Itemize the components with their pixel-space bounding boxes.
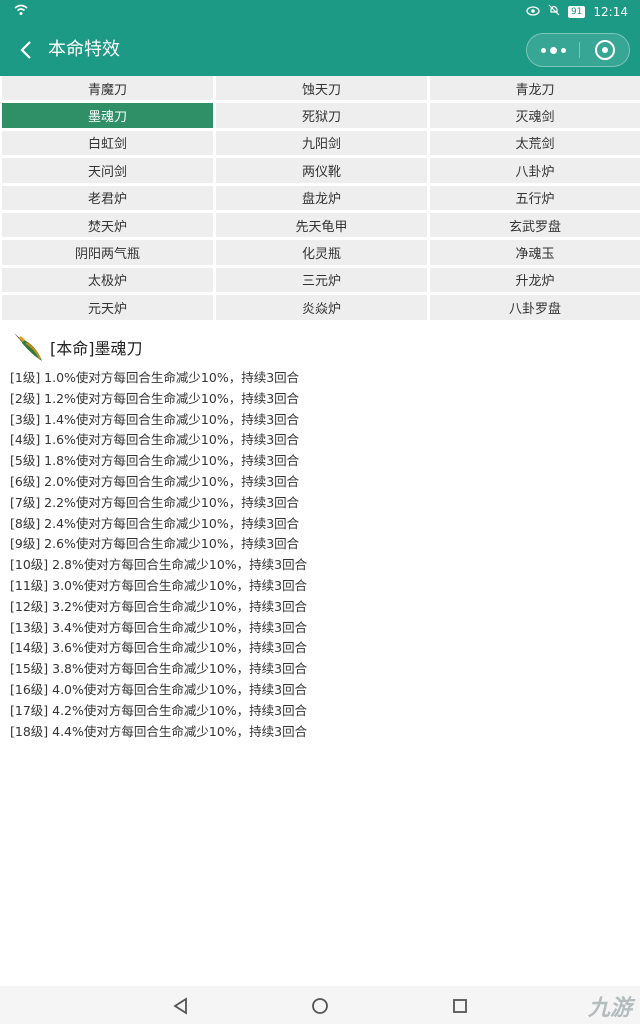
battery-indicator: 91 xyxy=(567,5,586,18)
tab-item[interactable]: 灭魂剑 xyxy=(430,103,640,128)
tab-item[interactable]: 玄武罗盘 xyxy=(430,212,640,238)
tab-item[interactable]: 阴阳两气瓶 xyxy=(2,240,213,265)
effect-line: [13级] 3.4%使对方每回合生命减少10%，持续3回合 xyxy=(10,619,308,635)
effect-list: [1级] 1.0%使对方每回合生命减少10%，持续3回合 [2级] 1.2%使对方… xyxy=(10,368,630,742)
tab-item[interactable]: 老君炉 xyxy=(2,185,213,210)
blade-icon xyxy=(14,333,42,361)
triangle-back-icon[interactable] xyxy=(168,994,192,1018)
more-menu-button[interactable] xyxy=(527,34,579,66)
tab-item[interactable]: 先天龟甲 xyxy=(216,212,427,238)
wifi-icon xyxy=(14,4,28,19)
dot-icon xyxy=(540,47,546,53)
tab-item[interactable]: 太极炉 xyxy=(2,267,213,293)
effect-line: [3级] 1.4%使对方每回合生命减少10%，持续3回合 xyxy=(10,411,300,427)
tab-item[interactable]: 升龙炉 xyxy=(430,267,640,293)
status-bar: 91 12:14 xyxy=(0,0,640,24)
mini-program-capsule xyxy=(526,33,630,67)
effect-line: [6级] 2.0%使对方每回合生命减少10%，持续3回合 xyxy=(10,473,300,489)
target-circle-icon xyxy=(595,40,615,60)
circle-home-icon[interactable] xyxy=(308,994,332,1018)
effect-line: [7级] 2.2%使对方每回合生命减少10%，持续3回合 xyxy=(10,494,300,510)
tab-item[interactable]: 青龙刀 xyxy=(430,76,640,101)
effect-line: [1级] 1.0%使对方每回合生命减少10%，持续3回合 xyxy=(10,370,300,385)
effect-line: [18级] 4.4%使对方每回合生命减少10%，持续3回合 xyxy=(10,723,308,739)
effect-line: [5级] 1.8%使对方每回合生命减少10%，持续3回合 xyxy=(10,453,300,469)
tab-item[interactable]: 蚀天刀 xyxy=(216,76,427,101)
item-tab-grid: 青魔刀 蚀天刀 青龙刀墨魂刀 死狱刀 灭魂剑白虹剑 九阳剑 太荒剑天问剑 两仪靴 八卦炉老君炉盘… xyxy=(0,76,640,322)
effect-line: [9级] 2.6%使对方每回合生命减少10%，持续3回合 xyxy=(10,536,300,552)
effect-line: [12级] 3.2%使对方每回合生命减少10%，持续3回合 xyxy=(10,598,308,614)
title-bar: 本命特效 xyxy=(0,24,640,76)
tab-item[interactable]: 八卦炉 xyxy=(430,158,640,183)
effect-line: [2级] 1.2%使对方每回合生命减少10%，持续3回合 xyxy=(10,390,300,406)
tab-item[interactable]: 炎焱炉 xyxy=(216,295,427,320)
effect-line: [4级] 1.6%使对方每回合生命减少10%，持续3回合 xyxy=(10,432,300,448)
system-nav-bar xyxy=(0,986,640,1024)
effect-line: [16级] 4.0%使对方每回合生命减少10%，持续3回合 xyxy=(10,681,308,697)
tab-item[interactable]: 焚天炉 xyxy=(2,212,213,238)
detail-header: [本命]墨魂刀 xyxy=(10,328,143,366)
tab-item[interactable]: 天问剑 xyxy=(2,158,213,183)
tab-item[interactable]: 九阳剑 xyxy=(216,130,427,156)
dot-icon xyxy=(560,47,566,53)
tab-item[interactable]: 八卦罗盘 xyxy=(430,295,640,320)
effect-line: [14级] 3.6%使对方每回合生命减少10%，持续3回合 xyxy=(10,640,308,656)
effect-line: [17级] 4.2%使对方每回合生命减少10%，持续3回合 xyxy=(10,702,308,718)
tab-item[interactable]: 化灵瓶 xyxy=(216,240,427,265)
watermark-logo: 九游 xyxy=(587,996,632,1021)
effect-line: [11级] 3.0%使对方每回合生命减少10%，持续3回合 xyxy=(10,577,308,593)
effect-line: [8级] 2.4%使对方每回合生命减少10%，持续3回合 xyxy=(10,515,300,531)
chevron-left-icon[interactable] xyxy=(12,36,40,64)
effect-line: [10级] 2.8%使对方每回合生命减少10%，持续3回合 xyxy=(10,557,308,573)
tab-item[interactable]: 三元炉 xyxy=(216,267,427,293)
close-mini-program-button[interactable] xyxy=(580,34,630,66)
page-title: 本命特效 xyxy=(48,39,120,60)
clock: 12:14 xyxy=(593,4,628,19)
tab-item[interactable]: 净魂玉 xyxy=(430,240,640,265)
tab-item[interactable]: 死狱刀 xyxy=(216,103,427,128)
tab-item[interactable]: 墨魂刀 xyxy=(2,103,213,128)
tab-item[interactable]: 太荒剑 xyxy=(430,130,640,156)
dot-icon xyxy=(549,46,557,54)
tab-item[interactable]: 两仪靴 xyxy=(216,158,427,183)
bell-off-icon xyxy=(548,4,560,19)
eye-icon xyxy=(526,5,540,19)
tab-item[interactable]: 盘龙炉 xyxy=(216,185,427,210)
tab-item[interactable]: 元天炉 xyxy=(2,295,213,320)
tab-item[interactable]: 青魔刀 xyxy=(2,76,213,101)
detail-title: [本命]墨魂刀 xyxy=(50,339,143,358)
effect-line: [15级] 3.8%使对方每回合生命减少10%，持续3回合 xyxy=(10,661,308,677)
square-recent-icon[interactable] xyxy=(448,994,472,1018)
tab-item[interactable]: 五行炉 xyxy=(430,185,640,210)
tab-item[interactable]: 白虹剑 xyxy=(2,130,213,156)
